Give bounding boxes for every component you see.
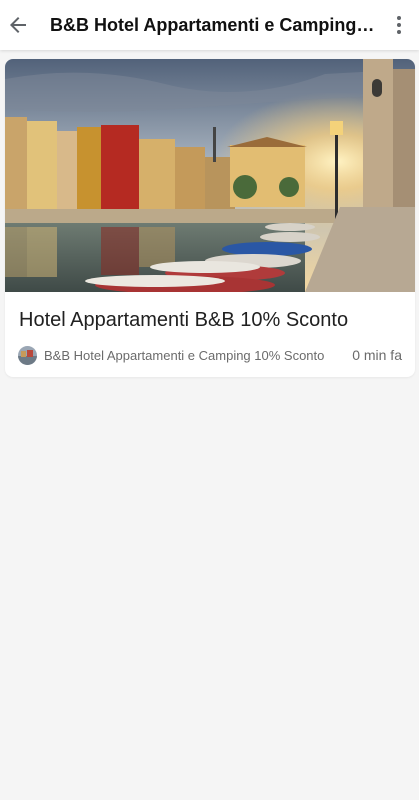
source-avatar [18, 345, 37, 365]
article-title: Hotel Appartamenti B&B 10% Sconto [19, 309, 349, 331]
app-bar: B&B Hotel Appartamenti e Camping 10% Sco… [0, 0, 419, 50]
timestamp: 0 min fa [352, 347, 402, 363]
article-card[interactable]: Hotel Appartamenti B&B 10% Sconto B&B Ho… [5, 59, 415, 377]
arrow-left-icon [10, 17, 26, 33]
more-vert-icon [397, 16, 401, 34]
source-name: B&B Hotel Appartamenti e Camping 10% Sco… [44, 347, 325, 363]
article-meta: B&B Hotel Appartamenti e Camping 10% Sco… [18, 345, 402, 365]
page-title: B&B Hotel Appartamenti e Camping 10% Sco… [50, 14, 379, 35]
article-image [5, 59, 415, 292]
back-button[interactable] [0, 0, 46, 50]
more-options-button[interactable] [379, 0, 419, 50]
